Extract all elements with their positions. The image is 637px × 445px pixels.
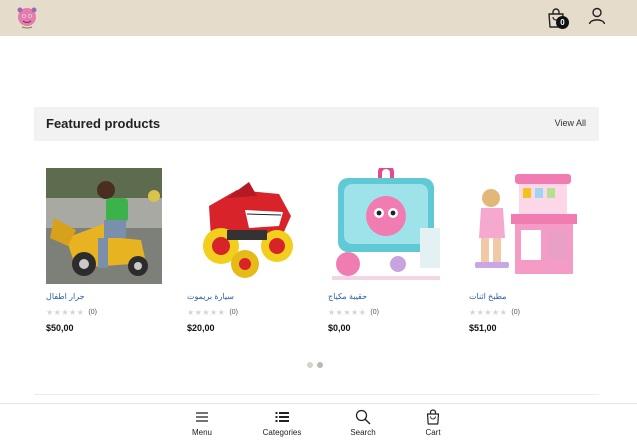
list-icon (275, 412, 289, 422)
nav-cart-label: Cart (425, 428, 441, 437)
nav-menu-label: Menu (191, 428, 212, 437)
product-name[interactable]: حقيبة مكياج (328, 292, 444, 301)
cart-count-badge: 0 (556, 16, 569, 29)
rating-count: (0) (88, 308, 97, 316)
nav-categories-label: Categories (262, 428, 302, 437)
view-all-link[interactable]: View All (555, 118, 586, 128)
product-rating: ★★★★★ (0) (187, 307, 303, 317)
product-image[interactable] (46, 168, 162, 284)
shopping-bag-icon (426, 409, 440, 425)
product-card[interactable]: حقيبة مكياج ★★★★★ (0) $0,00 (328, 168, 444, 333)
product-name[interactable]: سيارة بريموت (187, 292, 303, 301)
carousel-dot-active[interactable] (317, 362, 323, 368)
product-image[interactable] (328, 168, 444, 284)
rating-stars-icon: ★★★★★ (187, 307, 226, 317)
rating-stars-icon: ★★★★★ (46, 307, 85, 317)
product-price: $51,00 (469, 323, 497, 333)
search-icon (355, 409, 371, 425)
product-image[interactable] (187, 168, 303, 284)
product-rating: ★★★★★ (0) (469, 307, 585, 317)
nav-categories[interactable]: Categories (252, 409, 312, 437)
site-header: 0 (0, 0, 637, 36)
product-rating: ★★★★★ (0) (46, 307, 162, 317)
product-price: $50,00 (46, 323, 74, 333)
section-title: Featured products (46, 116, 161, 131)
nav-search[interactable]: Search (333, 409, 393, 437)
product-name[interactable]: جرار اطفال (46, 292, 162, 301)
rating-stars-icon: ★★★★★ (469, 307, 508, 317)
logo-icon[interactable] (14, 4, 40, 30)
product-rating: ★★★★★ (0) (328, 307, 444, 317)
page: 0 Featured products View All جرار اطفال … (0, 0, 637, 445)
carousel-pagination (307, 362, 323, 368)
product-image[interactable] (469, 168, 585, 284)
product-card[interactable]: مطبخ اثنات ★★★★★ (0) $51,00 (469, 168, 585, 333)
nav-menu[interactable]: Menu (172, 409, 232, 437)
carousel-dot[interactable] (307, 362, 313, 368)
featured-products-header: Featured products View All (34, 107, 599, 141)
product-card[interactable]: سيارة بريموت ★★★★★ (0) $20,00 (187, 168, 303, 333)
rating-count: (0) (229, 308, 238, 316)
nav-search-label: Search (350, 428, 376, 437)
bottom-nav: Menu Categories Search Cart (0, 403, 637, 445)
rating-stars-icon: ★★★★★ (328, 307, 367, 317)
nav-cart[interactable]: Cart (403, 409, 463, 437)
hamburger-menu-icon (196, 412, 208, 422)
rating-count: (0) (370, 308, 379, 316)
rating-count: (0) (511, 308, 520, 316)
user-icon[interactable] (588, 7, 606, 25)
section-divider (34, 394, 599, 395)
product-card[interactable]: جرار اطفال ★★★★★ (0) $50,00 (46, 168, 162, 333)
product-price: $0,00 (328, 323, 351, 333)
product-price: $20,00 (187, 323, 215, 333)
product-name[interactable]: مطبخ اثنات (469, 292, 585, 301)
